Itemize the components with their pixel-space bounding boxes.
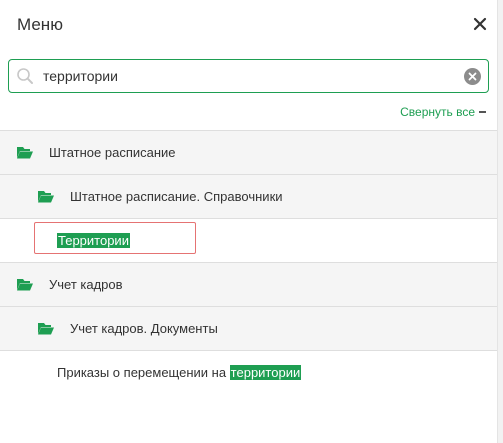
search-match-highlight: территории bbox=[229, 365, 302, 380]
tree-subgroup-label: Штатное расписание. Справочники bbox=[70, 189, 283, 204]
tree-leaf-transfer-orders[interactable]: Приказы о перемещении на территории bbox=[0, 350, 497, 394]
tree-group-hr-records[interactable]: Учет кадров bbox=[0, 262, 497, 306]
tree-group-label: Учет кадров bbox=[49, 277, 123, 292]
folder-open-icon bbox=[17, 146, 33, 159]
search-box bbox=[8, 59, 489, 93]
folder-open-icon bbox=[38, 190, 54, 203]
tree-group-staff-schedule[interactable]: Штатное расписание bbox=[0, 130, 497, 174]
selection-outline bbox=[34, 222, 196, 254]
tree-subgroup-hr-documents[interactable]: Учет кадров. Документы bbox=[0, 306, 497, 350]
clear-search-icon[interactable] bbox=[464, 68, 481, 85]
tree-leaf-label: Приказы о перемещении на территории bbox=[57, 365, 302, 380]
folder-open-icon bbox=[38, 322, 54, 335]
tree-subgroup-label: Учет кадров. Документы bbox=[70, 321, 218, 336]
tree-subgroup-staff-schedule-refs[interactable]: Штатное расписание. Справочники bbox=[0, 174, 497, 218]
tree-group-label: Штатное расписание bbox=[49, 145, 176, 160]
close-icon[interactable] bbox=[470, 14, 490, 34]
minus-icon[interactable] bbox=[479, 111, 486, 113]
collapse-row: Свернуть все bbox=[0, 102, 497, 122]
background-window-edge bbox=[497, 0, 503, 443]
tree-leaf-prefix: Приказы о перемещении на bbox=[57, 365, 230, 380]
folder-open-icon bbox=[17, 278, 33, 291]
menu-title: Меню bbox=[17, 15, 63, 34]
collapse-all-link[interactable]: Свернуть все bbox=[400, 105, 475, 119]
search-icon bbox=[16, 67, 34, 85]
search-input[interactable] bbox=[43, 66, 453, 86]
menu-header: Меню bbox=[0, 0, 497, 52]
menu-panel: Меню Свернуть все bbox=[0, 0, 497, 443]
